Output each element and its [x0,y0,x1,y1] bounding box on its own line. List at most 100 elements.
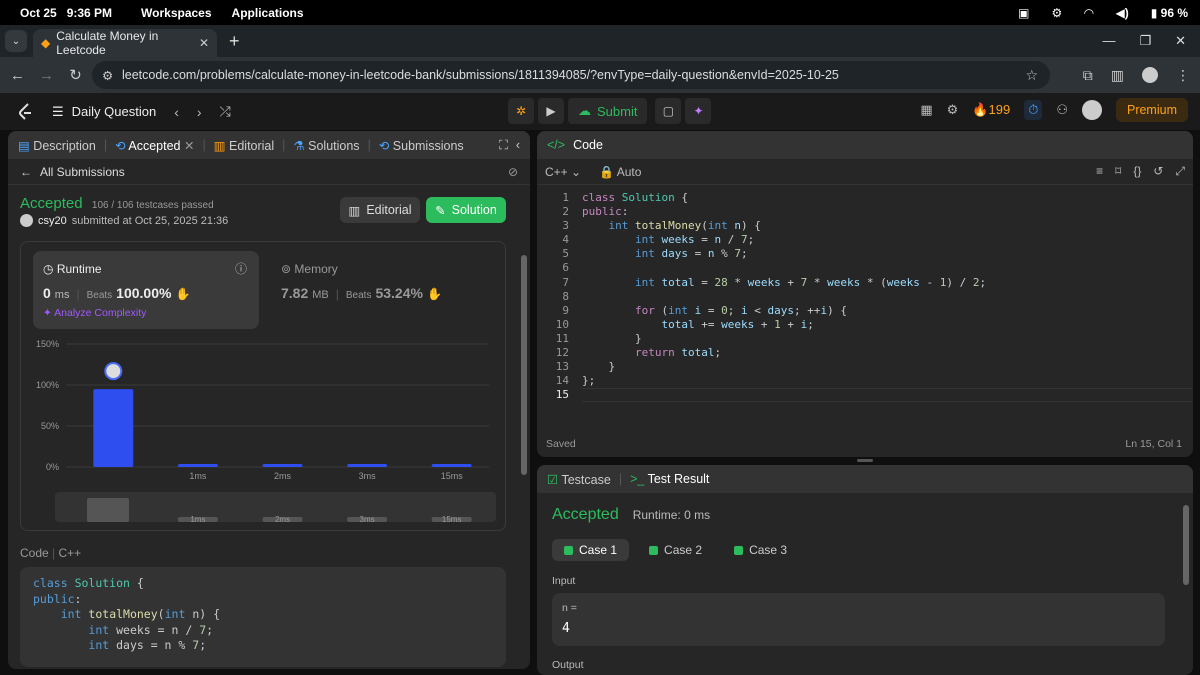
browser-tab[interactable]: ◆ Calculate Money in Leetcode ✕ [33,29,217,57]
layout-grid-icon[interactable]: ▦ [920,102,932,118]
ai-sparkle-icon[interactable]: ✦ [685,98,712,124]
chart-bar[interactable] [177,464,218,467]
sidepanel-icon[interactable]: ▥ [1111,67,1124,84]
user-avatar[interactable] [1081,100,1102,120]
shuffle-icon[interactable]: ⤮ [220,103,231,120]
x-tick-label: 3ms [359,471,377,481]
range-tick-label: 3ms [360,515,375,524]
result-tabs: ☑ Testcase | >_ Test Result [537,465,1193,493]
timer-icon[interactable]: ⏱ [1024,100,1043,120]
range-slider-handle[interactable] [87,498,129,522]
chart-bar[interactable] [347,464,388,467]
y-tick-label: 50% [41,421,59,431]
wifi-icon[interactable]: ◠ [1084,6,1093,20]
tab-accepted[interactable]: ⟲ Accepted ✕ [115,138,194,153]
tab-test-result[interactable]: >_ Test Result [630,472,709,486]
line-number: 5 [562,247,569,261]
debug-icon[interactable]: ✲ [508,98,534,124]
maximize-icon[interactable]: ⛶ [499,138,508,153]
case-tab-1[interactable]: Case 1 [552,539,630,561]
streak-value: 199 [988,102,1011,117]
leetcode-logo-icon[interactable] [16,102,36,122]
settings-gear-icon[interactable]: ⚙ [1051,6,1062,20]
line-number: 7 [562,275,569,289]
premium-button[interactable]: Premium [1115,98,1188,122]
browser-menu-icon[interactable]: ⋮ [1176,67,1190,84]
address-bar[interactable]: ⚙ leetcode.com/problems/calculate-money-… [92,61,1050,89]
tab-submissions[interactable]: ⟲ Submissions [379,138,464,153]
menu-applications[interactable]: Applications [232,6,304,20]
clipboard-icon[interactable]: ▣ [1018,6,1029,20]
submitter-avatar[interactable] [20,214,33,227]
add-friend-icon[interactable]: ⚇ [1056,102,1068,118]
submitter-name[interactable]: csy20 [38,215,67,227]
submit-button[interactable]: ☁ Submit [568,98,648,124]
editor-code[interactable]: class Solution { public: int totalMoney(… [582,191,986,388]
back-icon[interactable]: ← [3,67,32,84]
chart-bar[interactable] [93,389,134,467]
back-arrow-icon[interactable]: ← [20,165,32,179]
edit-icon: ✎ [435,203,446,218]
next-problem-icon[interactable]: › [197,104,202,120]
system-date[interactable]: Oct 25 [20,6,57,20]
input-value: 4 [562,621,570,636]
tab-editorial[interactable]: ▥ Editorial [214,138,274,153]
line-number: 4 [562,233,569,247]
current-line-highlight [582,388,1192,402]
minimize-icon[interactable]: — [1102,33,1115,49]
chart-bar[interactable] [262,464,303,467]
prev-problem-icon[interactable]: ‹ [174,104,179,120]
reload-icon[interactable]: ↻ [61,66,90,84]
tab-solutions[interactable]: ⚗ Solutions [293,138,359,153]
result-scrollbar[interactable] [1183,505,1189,585]
editorial-button[interactable]: ▥ Editorial [340,197,420,223]
site-info-icon[interactable]: ⚙ [102,68,113,83]
new-tab-icon[interactable]: + [229,31,240,52]
input-box[interactable]: n = 4 [552,593,1165,646]
panel-resize-handle[interactable] [857,459,873,462]
volume-icon[interactable]: ◀) [1115,6,1128,20]
leetcode-header: ☰ Daily Question ‹ › ⤮ ✲ ▶ ☁ Submit ▢ ✦ ▦ … [0,93,1200,130]
battery-icon[interactable]: ▮ 96 % [1151,6,1188,20]
daily-question-label: Daily Question [71,104,157,119]
notes-icon[interactable]: ▢ [655,98,682,124]
browser-toolbar: ← → ↻ ⚙ leetcode.com/problems/calculate-… [0,57,1200,93]
line-number: 9 [562,303,569,317]
line-number: 14 [555,374,569,388]
chart-bar[interactable] [431,464,472,467]
submit-label: Submit [597,103,638,119]
forward-icon[interactable]: → [32,67,61,84]
book-icon: ▥ [348,203,361,218]
restore-icon[interactable]: ❐ [1139,33,1151,49]
run-button[interactable]: ▶ [538,98,564,124]
settings-icon[interactable]: ⚙ [947,102,959,118]
menu-workspaces[interactable]: Workspaces [141,6,211,20]
code-section-label: Code | C++ [20,546,82,560]
tab-search-chevron-icon[interactable]: ⌄ [5,30,27,52]
tab-description[interactable]: ▤ Description [18,138,96,153]
tab-testcase[interactable]: ☑ Testcase [547,472,611,487]
streak-counter[interactable]: 🔥199 [972,102,1010,118]
extensions-icon[interactable]: ⧉ [1083,67,1093,84]
left-scrollbar[interactable] [521,255,527,475]
all-submissions-link[interactable]: All Submissions [40,165,125,179]
user-position-avatar[interactable] [104,362,123,381]
range-tick-label: 15ms [442,515,462,524]
collapse-icon[interactable]: ‹ [516,138,520,152]
system-time[interactable]: 9:36 PM [67,6,112,20]
submitted-code[interactable]: class Solution { public: int totalMoney(… [20,567,506,667]
close-tab-icon[interactable]: ✕ [199,36,209,50]
system-top-bar: Oct 25 9:36 PM Workspaces Applications ▣ ⚙… [0,0,1200,25]
performance-stats: ◷ Runtime ⓘ 0 ms | Beats 100.00% ✋ ✦ Ana… [20,241,506,531]
bookmark-star-icon[interactable]: ☆ [1025,67,1038,84]
code-editor[interactable]: 1 2 3 4 5 6 7 8 9 10 11 12 13 14 15 class Solution { p… [537,158,1193,458]
case-tab-3[interactable]: Case 3 [722,539,799,561]
close-window-icon[interactable]: ✕ [1175,33,1186,49]
problem-list-button[interactable]: ☰ Daily Question [52,104,156,120]
submission-status: Accepted 106 / 106 testcases passed [20,195,214,212]
share-link-icon[interactable]: ⊘ [508,165,518,179]
solution-button[interactable]: ✎ Solution [426,197,506,223]
runtime-distribution-chart[interactable]: 150% 100% 50% 0% 1ms 2ms 3ms 15ms 1ms 2ms 3ms 15ms [21,242,505,530]
case-tab-2[interactable]: Case 2 [637,539,714,561]
profile-avatar[interactable] [1142,67,1158,83]
